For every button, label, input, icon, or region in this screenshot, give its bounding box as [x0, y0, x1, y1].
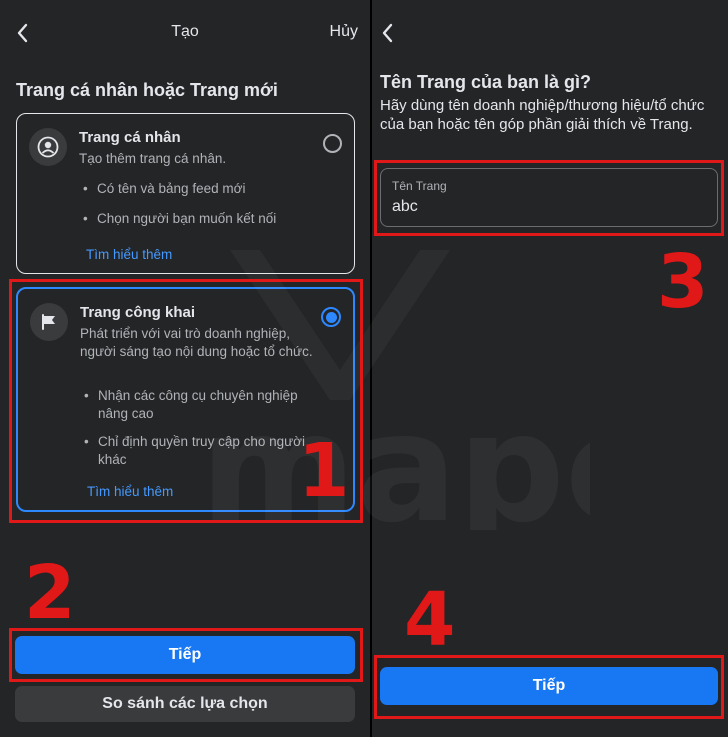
list-item: Chọn người bạn muốn kết nối: [83, 210, 313, 228]
user-circle-icon: [29, 128, 67, 166]
compare-options-button[interactable]: So sánh các lựa chọn: [15, 686, 355, 722]
list-item: Có tên và bảng feed mới: [83, 180, 313, 198]
step-number-3: 3: [657, 239, 709, 325]
chevron-left-icon[interactable]: [380, 22, 396, 44]
top-nav: Tạo Hủy: [0, 0, 370, 66]
top-nav: [372, 0, 728, 66]
page-name-heading: Tên Trang của bạn là gì?: [380, 72, 592, 92]
highlight-next-left: [9, 628, 363, 682]
step-number-1: 1: [298, 428, 350, 514]
option-desc-personal: Tạo thêm trang cá nhân.: [79, 151, 227, 166]
cancel-button[interactable]: Hủy: [330, 23, 358, 41]
step-number-2: 2: [24, 550, 76, 636]
highlight-next-right: [374, 655, 724, 719]
page-name-subtext: Hãy dùng tên doanh nghiệp/thương hiệu/tổ…: [380, 97, 705, 133]
option-title-personal: Trang cá nhân: [79, 129, 181, 146]
nav-title: Tạo: [171, 23, 199, 40]
page-heading: Trang cá nhân hoặc Trang mới: [16, 80, 278, 100]
step-number-4: 4: [404, 577, 456, 663]
learn-more-link[interactable]: Tìm hiểu thêm: [86, 247, 172, 262]
highlight-name-field: [374, 160, 724, 236]
radio-empty-icon[interactable]: [323, 134, 342, 153]
option-card-personal[interactable]: Trang cá nhân Tạo thêm trang cá nhân. Có…: [16, 113, 355, 274]
